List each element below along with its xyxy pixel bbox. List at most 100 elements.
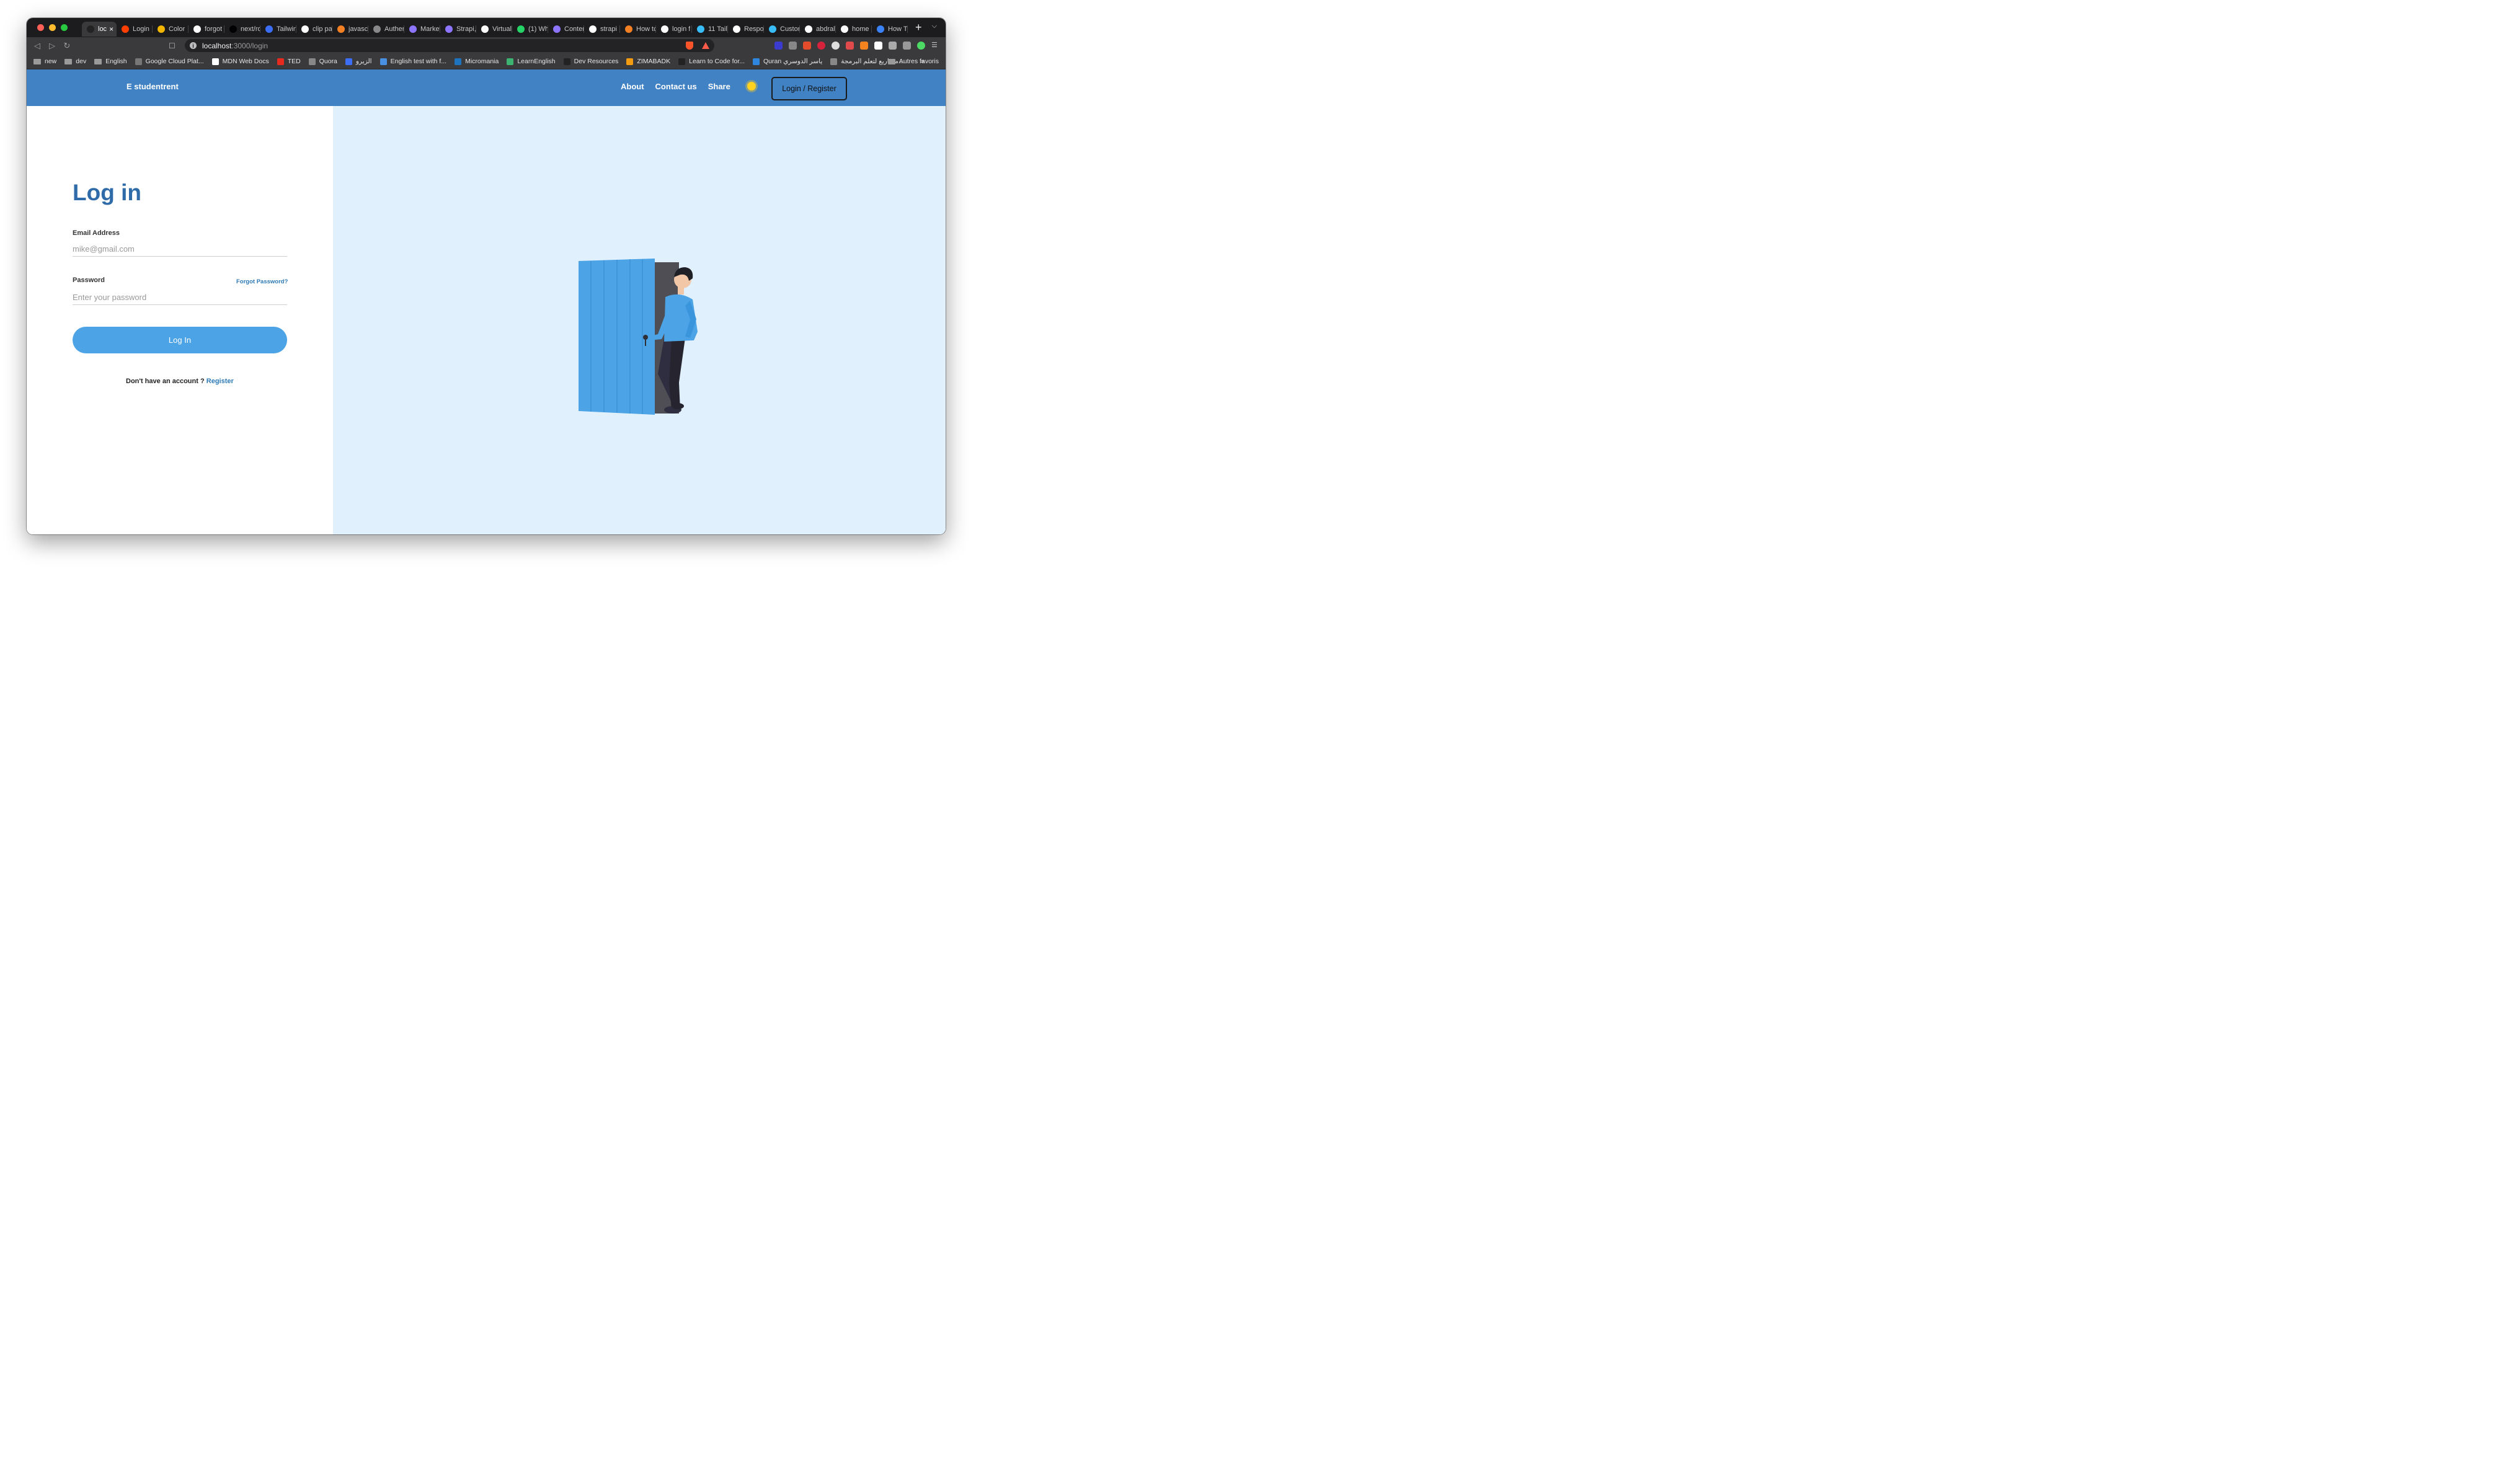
zoom-window-button[interactable] bbox=[61, 24, 68, 31]
bookmark-item[interactable]: Quora bbox=[308, 58, 337, 65]
browser-tab[interactable]: login f bbox=[656, 22, 692, 37]
browser-tab[interactable]: How tc bbox=[620, 22, 656, 37]
bookmark-label: Quran ياسر الدوسري bbox=[763, 58, 823, 65]
browser-tab[interactable]: How T bbox=[872, 22, 908, 37]
extension-icon[interactable] bbox=[874, 42, 882, 50]
browser-tab[interactable]: Market bbox=[404, 22, 440, 37]
google-icon bbox=[841, 25, 848, 33]
metamask-icon[interactable] bbox=[860, 42, 868, 50]
site-brand[interactable]: E studentrent bbox=[126, 82, 179, 91]
forward-arrow-icon[interactable]: ▷ bbox=[45, 41, 60, 51]
extension-icon[interactable] bbox=[832, 42, 840, 50]
bookmark-item[interactable]: TED bbox=[277, 58, 301, 65]
bookmark-item[interactable]: Google Cloud Plat... bbox=[135, 58, 204, 65]
bookmark-label: English test with f... bbox=[390, 58, 447, 65]
stackoverflow-icon bbox=[337, 25, 345, 33]
back-arrow-icon[interactable]: ◁ bbox=[30, 41, 45, 51]
tab-title: strapi bbox=[600, 25, 617, 33]
reload-icon[interactable]: ↻ bbox=[60, 41, 74, 51]
brave-rewards-icon[interactable] bbox=[702, 42, 709, 49]
site-info-icon[interactable]: i bbox=[190, 42, 197, 49]
tab-title: How T bbox=[888, 25, 908, 33]
extension-badge-icon[interactable] bbox=[774, 42, 783, 50]
browser-tab[interactable]: abdral bbox=[800, 22, 836, 37]
google-icon bbox=[193, 25, 201, 33]
other-bookmarks[interactable]: Autres favoris bbox=[887, 58, 939, 65]
nav-contact[interactable]: Contact us bbox=[655, 82, 697, 91]
password-field[interactable] bbox=[73, 290, 287, 305]
bookmark-item[interactable]: Quran ياسر الدوسري bbox=[753, 58, 822, 65]
github-icon bbox=[481, 25, 489, 33]
bookmark-item[interactable]: MDN Web Docs bbox=[211, 58, 269, 65]
brave-shield-icon[interactable] bbox=[686, 42, 693, 50]
new-tab-icon[interactable]: + bbox=[915, 21, 922, 34]
bookmark-item[interactable]: dev bbox=[64, 58, 86, 65]
bookmark-item[interactable]: LearnEnglish bbox=[507, 58, 556, 65]
forgot-password-link[interactable]: Forgot Password? bbox=[236, 278, 288, 285]
sun-icon[interactable] bbox=[747, 82, 756, 91]
bookmark-label: ZIMABADK bbox=[637, 58, 671, 65]
address-bar[interactable]: i localhost :3000/login bbox=[185, 39, 714, 52]
z-icon bbox=[626, 58, 634, 65]
browser-tab[interactable]: forgot bbox=[189, 22, 224, 37]
extension-icon[interactable] bbox=[803, 42, 811, 50]
browser-tab[interactable]: Conter bbox=[548, 22, 584, 37]
bookmark-item[interactable]: English bbox=[94, 58, 127, 65]
svelte-icon bbox=[122, 25, 129, 33]
tab-search-chevron-icon[interactable]: ⌵ bbox=[932, 22, 937, 30]
bookmark-item[interactable]: الزيرو bbox=[345, 58, 372, 65]
browser-tab[interactable]: (1) Wh bbox=[512, 22, 548, 37]
wallet-icon[interactable] bbox=[903, 42, 911, 50]
bookmark-item[interactable]: ZIMABADK bbox=[626, 58, 670, 65]
window-controls bbox=[27, 24, 82, 31]
nav-about[interactable]: About bbox=[621, 82, 644, 91]
extension-icon[interactable] bbox=[846, 42, 854, 50]
minimize-window-button[interactable] bbox=[49, 24, 56, 31]
browser-tab[interactable]: Virtual bbox=[476, 22, 512, 37]
bookmark-item[interactable]: English test with f... bbox=[379, 58, 447, 65]
browser-tab[interactable]: next/ro bbox=[224, 22, 260, 37]
browser-tab[interactable]: Respo bbox=[728, 22, 764, 37]
browser-tab[interactable]: clip pa bbox=[296, 22, 332, 37]
adblock-icon[interactable] bbox=[817, 42, 825, 50]
bookmark-item[interactable]: new bbox=[33, 58, 56, 65]
login-register-button[interactable]: Login / Register bbox=[771, 77, 847, 100]
close-window-button[interactable] bbox=[37, 24, 44, 31]
browser-tab[interactable]: 11 Tail bbox=[692, 22, 728, 37]
codepen-icon bbox=[733, 25, 740, 33]
browser-tab[interactable]: Tailwin bbox=[260, 22, 296, 37]
bookmark-item[interactable]: Micromania bbox=[455, 58, 499, 65]
nav-share[interactable]: Share bbox=[708, 82, 730, 91]
browser-tab[interactable]: javasc bbox=[332, 22, 368, 37]
menu-icon[interactable]: ☰ bbox=[931, 42, 939, 50]
email-field[interactable] bbox=[73, 241, 287, 257]
browser-tab[interactable]: Custor bbox=[764, 22, 800, 37]
browser-tab[interactable]: Login bbox=[117, 22, 153, 37]
browser-tab[interactable]: loc × bbox=[82, 21, 117, 37]
browser-tab[interactable]: Strapi, bbox=[440, 22, 476, 37]
bookmark-page-icon[interactable]: ☐ bbox=[169, 42, 181, 50]
tab-list: loc × Login Color forgot next/ro Tailwin clip p… bbox=[82, 18, 908, 37]
browser-tab[interactable]: Auther bbox=[368, 22, 404, 37]
browser-tab[interactable]: home bbox=[836, 22, 872, 37]
dr-icon bbox=[563, 58, 570, 65]
tab-title: forgot bbox=[205, 25, 223, 33]
tab-title: clip pa bbox=[313, 25, 332, 33]
strapi-icon bbox=[553, 25, 561, 33]
login-submit-button[interactable]: Log In bbox=[73, 327, 287, 353]
profile-avatar[interactable] bbox=[917, 42, 925, 50]
puzzle-icon[interactable] bbox=[889, 42, 897, 50]
close-tab-icon[interactable]: × bbox=[109, 25, 113, 33]
stackoverflow-icon bbox=[625, 25, 632, 33]
browser-tab[interactable]: Color bbox=[153, 22, 189, 37]
settings-gear-icon[interactable] bbox=[789, 42, 797, 50]
bookmark-item[interactable]: Learn to Code for... bbox=[678, 58, 745, 65]
tab-title: Tailwin bbox=[277, 25, 296, 33]
page-title: Log in bbox=[73, 180, 141, 205]
bookmark-item[interactable]: Dev Resources bbox=[563, 58, 618, 65]
tab-title: Custor bbox=[780, 25, 800, 33]
tab-title: abdral bbox=[816, 25, 835, 33]
folder-icon bbox=[33, 58, 41, 64]
browser-tab[interactable]: strapi bbox=[584, 22, 620, 37]
register-link[interactable]: Register bbox=[206, 378, 234, 385]
